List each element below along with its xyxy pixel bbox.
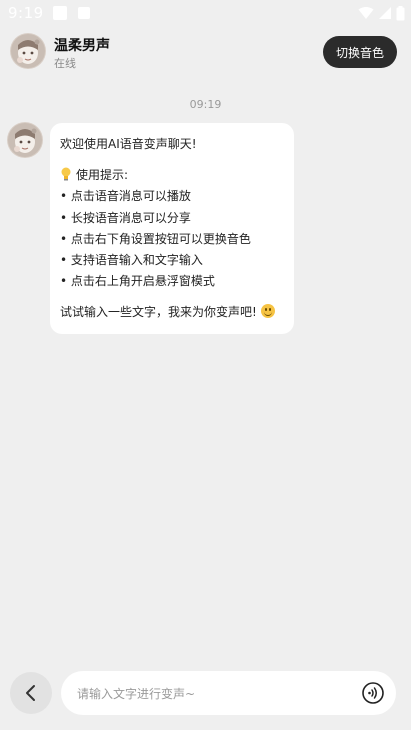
message-line: 使用提示:: [60, 165, 284, 186]
voice-input-toggle[interactable]: [361, 681, 385, 705]
chevron-left-icon: [26, 685, 35, 701]
message-line: 试试输入一些文字，我来为你变声吧!: [60, 302, 284, 323]
back-button[interactable]: [10, 672, 52, 714]
chat-header: 温柔男声 在线 切换音色: [0, 28, 411, 76]
message-bubble[interactable]: 欢迎使用AI语音变声聊天! 使用提示: • 点击语音消息可以播放 • 长按语音消…: [50, 123, 294, 334]
message-line: • 点击右上角开启悬浮窗模式: [60, 274, 215, 289]
message-line: 欢迎使用AI语音变声聊天!: [60, 137, 197, 151]
message-line-text: 使用提示:: [76, 168, 129, 183]
avatar-image-icon: [10, 33, 46, 69]
notification-app-icon: [53, 6, 67, 20]
status-icons: [358, 4, 405, 22]
wifi-icon: [358, 7, 374, 19]
avatar[interactable]: [10, 33, 46, 69]
lightbulb-icon: [61, 167, 71, 181]
avatar-image-icon: [7, 122, 43, 158]
status-time: 9:19: [8, 4, 44, 22]
chat-message-list[interactable]: 09:19 欢迎使用AI语音变声聊天! 使用提示: • 点击语音消息可以播放 •…: [0, 76, 411, 666]
text-input-container: [61, 671, 396, 717]
online-status: 在线: [54, 57, 76, 70]
contact-name: 温柔男声: [54, 38, 110, 54]
message-timestamp: 09:19: [189, 98, 222, 111]
cellular-signal-icon: [379, 7, 391, 19]
message-avatar[interactable]: [7, 122, 43, 158]
switch-voice-button[interactable]: 切换音色: [322, 36, 397, 68]
input-bar: [0, 666, 411, 730]
voice-text-input[interactable]: [75, 671, 349, 717]
smile-emoji-icon: [260, 304, 275, 319]
battery-icon: [396, 5, 405, 20]
status-bar: 9:19: [0, 0, 411, 28]
message-line: • 点击语音消息可以播放: [60, 189, 191, 204]
notification-app-icon: [78, 7, 90, 19]
voice-wave-icon: [362, 682, 384, 704]
message-line: • 长按语音消息可以分享: [60, 210, 191, 225]
message-line-text: 试试输入一些文字，我来为你变声吧!: [60, 305, 257, 320]
message-line: • 点击右下角设置按钮可以更换音色: [60, 231, 251, 246]
message-line: • 支持语音输入和文字输入: [60, 253, 203, 268]
